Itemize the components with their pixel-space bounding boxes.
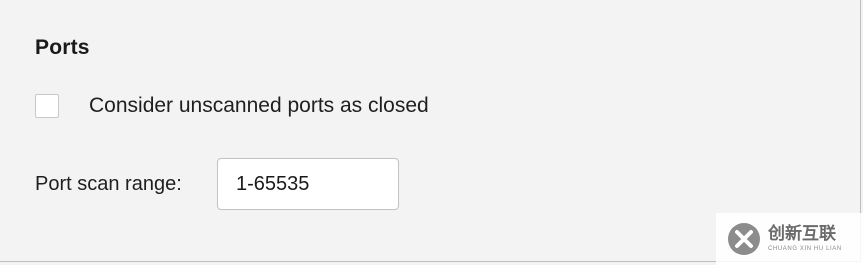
unscanned-ports-option[interactable]: Consider unscanned ports as closed [35,94,429,118]
section-title: Ports [35,36,90,59]
port-scan-range-input[interactable] [217,158,399,210]
port-scan-range-row: Port scan range: [35,158,399,210]
unscanned-ports-label[interactable]: Consider unscanned ports as closed [89,94,429,118]
watermark-logo-icon [728,223,760,255]
watermark-english-text: CHUANG XIN HU LIAN [768,246,842,252]
unscanned-ports-checkbox[interactable] [35,94,59,118]
port-scan-range-label: Port scan range: [35,172,182,195]
watermark-chinese-text: 创新互联 [768,224,836,244]
watermark: 创新互联 CHUANG XIN HU LIAN [716,213,863,265]
